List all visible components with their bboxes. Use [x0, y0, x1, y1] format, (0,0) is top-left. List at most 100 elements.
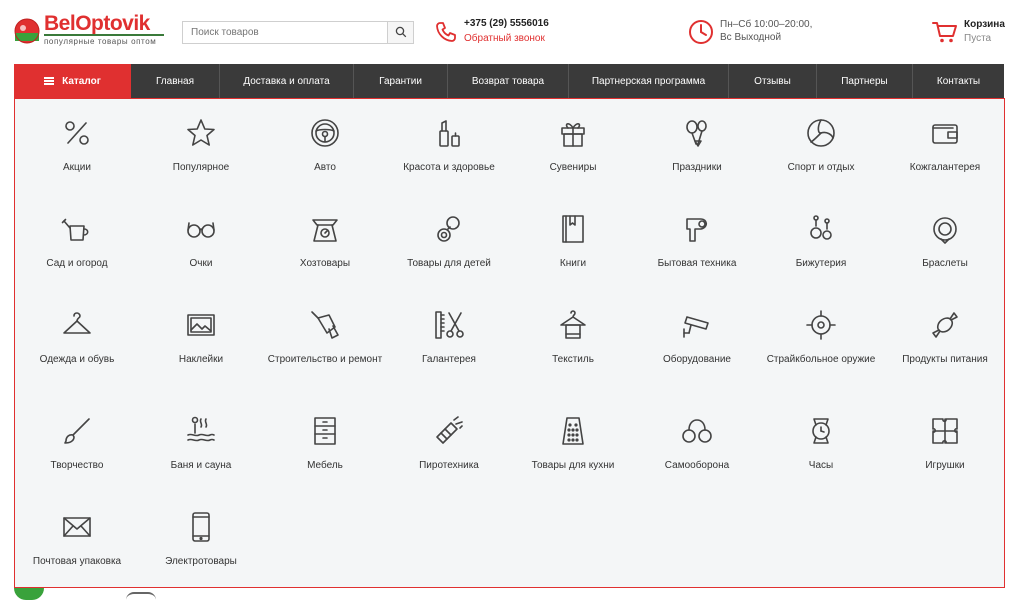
drill-icon	[309, 309, 341, 341]
firework-icon	[433, 415, 465, 447]
category-promotions[interactable]: Акции	[15, 99, 139, 195]
category-label: Строительство и ремонт	[267, 354, 383, 365]
logo-underline	[44, 34, 164, 36]
nav-item-returns[interactable]: Возврат товара	[448, 64, 569, 98]
category-electronics[interactable]: Электротовары	[139, 493, 263, 589]
category-toys[interactable]: Игрушки	[883, 397, 1007, 493]
nav-item-reviews[interactable]: Отзывы	[729, 64, 817, 98]
site-header: BelOptovik популярные товары оптом +375 …	[0, 0, 1020, 64]
category-equipment[interactable]: Оборудование	[635, 291, 759, 387]
category-bracelets[interactable]: Браслеты	[883, 195, 1007, 291]
category-auto[interactable]: Авто	[263, 99, 387, 195]
cosmetics-icon	[433, 117, 465, 149]
category-label: Спорт и отдых	[787, 162, 855, 173]
wallet-icon	[929, 117, 961, 149]
category-label: Хозтовары	[299, 258, 351, 269]
category-label: Кожгалантерея	[909, 162, 981, 173]
search-button[interactable]	[387, 22, 413, 43]
category-books[interactable]: Книги	[511, 195, 635, 291]
bracelet-icon	[929, 213, 961, 245]
category-clothes[interactable]: Одежда и обувь	[15, 291, 139, 387]
envelope-icon	[61, 511, 93, 543]
category-watches[interactable]: Часы	[759, 397, 883, 493]
category-haberdashery[interactable]: Галантерея	[387, 291, 511, 387]
nav-item-home[interactable]: Главная	[131, 64, 220, 98]
category-label: Товары для кухни	[531, 460, 615, 471]
cart[interactable]: Корзина Пуста	[932, 18, 1012, 48]
nav-catalog-label: Каталог	[62, 75, 101, 87]
category-label: Акции	[63, 162, 91, 173]
category-label: Электротовары	[165, 556, 237, 567]
nav-item-partner-program[interactable]: Партнерская программа	[569, 64, 729, 98]
category-grid: Акции Популярное Авто Красота и здоровье…	[15, 99, 1004, 587]
category-label: Творчество	[50, 460, 104, 471]
category-label: Браслеты	[922, 258, 968, 269]
nav-item-contacts[interactable]: Контакты	[913, 64, 1004, 98]
category-glasses[interactable]: Очки	[139, 195, 263, 291]
category-creativity[interactable]: Творчество	[15, 397, 139, 493]
category-jewelry[interactable]: Бижутерия	[759, 195, 883, 291]
candy-icon	[929, 309, 961, 341]
category-appliances[interactable]: Бытовая техника	[635, 195, 759, 291]
nav-item-delivery[interactable]: Доставка и оплата	[220, 64, 354, 98]
cart-title: Корзина	[964, 19, 1005, 30]
category-souvenirs[interactable]: Сувениры	[511, 99, 635, 195]
security-camera-icon	[681, 309, 713, 341]
category-airsoft[interactable]: Страйкбольное оружие	[759, 291, 883, 387]
category-textile[interactable]: Текстиль	[511, 291, 635, 387]
category-sauna[interactable]: Баня и сауна	[139, 397, 263, 493]
percent-icon	[61, 117, 93, 149]
scale-icon	[309, 213, 341, 245]
phone-icon	[436, 22, 456, 42]
category-beauty[interactable]: Красота и здоровье	[387, 99, 511, 195]
category-label: Товары для детей	[407, 258, 491, 269]
hairdryer-icon	[681, 213, 713, 245]
category-popular[interactable]: Популярное	[139, 99, 263, 195]
puzzle-icon	[929, 415, 961, 447]
category-kitchen[interactable]: Товары для кухни	[511, 397, 635, 493]
category-label: Одежда и обувь	[39, 354, 115, 365]
category-label: Книги	[559, 258, 587, 269]
category-label: Авто	[314, 162, 336, 173]
logo-text: BelOptovik	[44, 12, 150, 35]
phone-number[interactable]: +375 (29) 5556016	[464, 18, 549, 29]
category-label: Галантерея	[422, 354, 476, 365]
nav-item-guarantees[interactable]: Гарантии	[354, 64, 448, 98]
logo[interactable]: BelOptovik популярные товары оптом	[12, 12, 164, 48]
glasses-icon	[185, 213, 217, 245]
category-label: Часы	[808, 460, 834, 471]
category-label: Очки	[189, 258, 213, 269]
category-leather-goods[interactable]: Кожгалантерея	[883, 99, 1007, 195]
nav-catalog-button[interactable]: Каталог	[14, 64, 131, 98]
category-furniture[interactable]: Мебель	[263, 397, 387, 493]
category-self-defense[interactable]: Самооборона	[635, 397, 759, 493]
search-icon	[395, 26, 407, 38]
category-label: Страйкбольное оружие	[766, 354, 876, 365]
phone-block: +375 (29) 5556016 Обратный звонок	[434, 18, 574, 48]
pacifier-icon	[433, 213, 465, 245]
watering-can-icon	[61, 213, 93, 245]
star-icon	[185, 117, 217, 149]
category-garden[interactable]: Сад и огород	[15, 195, 139, 291]
hours-weekdays: Пн–Сб 10:00–20:00,	[720, 19, 813, 30]
main-nav: Каталог Главная Доставка и оплата Гарант…	[14, 64, 1004, 98]
category-postal-packaging[interactable]: Почтовая упаковка	[15, 493, 139, 589]
category-label: Популярное	[172, 162, 230, 173]
callback-link[interactable]: Обратный звонок	[464, 33, 545, 44]
category-sport[interactable]: Спорт и отдых	[759, 99, 883, 195]
logo-tagline: популярные товары оптом	[44, 37, 157, 46]
category-household[interactable]: Хозтовары	[263, 195, 387, 291]
grater-icon	[557, 415, 589, 447]
logo-mark-icon	[14, 18, 40, 44]
hanger-icon	[61, 309, 93, 341]
footer-decoration	[126, 592, 156, 600]
nav-item-partners[interactable]: Партнеры	[817, 64, 913, 98]
category-pyrotechnics[interactable]: Пиротехника	[387, 397, 511, 493]
category-kids[interactable]: Товары для детей	[387, 195, 511, 291]
category-construction[interactable]: Строительство и ремонт	[263, 291, 387, 387]
category-holidays[interactable]: Праздники	[635, 99, 759, 195]
category-stickers[interactable]: Наклейки	[139, 291, 263, 387]
category-food[interactable]: Продукты питания	[883, 291, 1007, 387]
brush-icon	[61, 415, 93, 447]
search-input[interactable]	[183, 22, 388, 43]
